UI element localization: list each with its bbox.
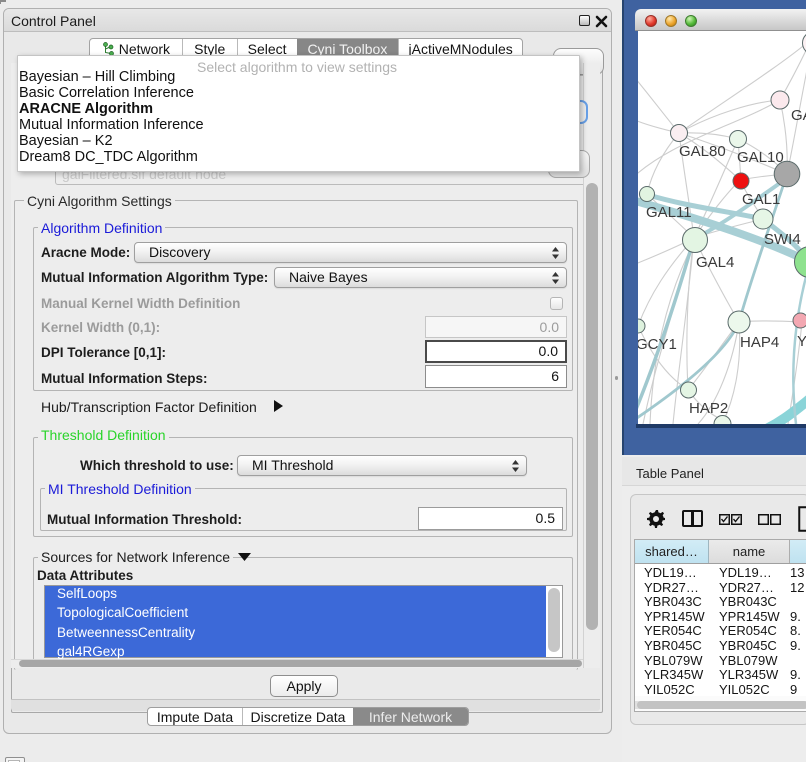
svg-text:HAP4: HAP4 xyxy=(740,334,779,351)
svg-text:GAL7: GAL7 xyxy=(791,107,806,124)
svg-text:GCY1: GCY1 xyxy=(638,336,677,353)
svg-text:GAL11: GAL11 xyxy=(646,204,692,221)
svg-text:GAL80: GAL80 xyxy=(679,143,726,160)
svg-text:GAL10: GAL10 xyxy=(737,149,784,166)
svg-text:HAP2: HAP2 xyxy=(689,400,728,417)
svg-text:GAL1: GAL1 xyxy=(742,191,780,208)
svg-text:GAL4: GAL4 xyxy=(696,254,734,271)
svg-text:Y: Y xyxy=(797,333,806,350)
svg-text:SWI4: SWI4 xyxy=(764,231,801,248)
